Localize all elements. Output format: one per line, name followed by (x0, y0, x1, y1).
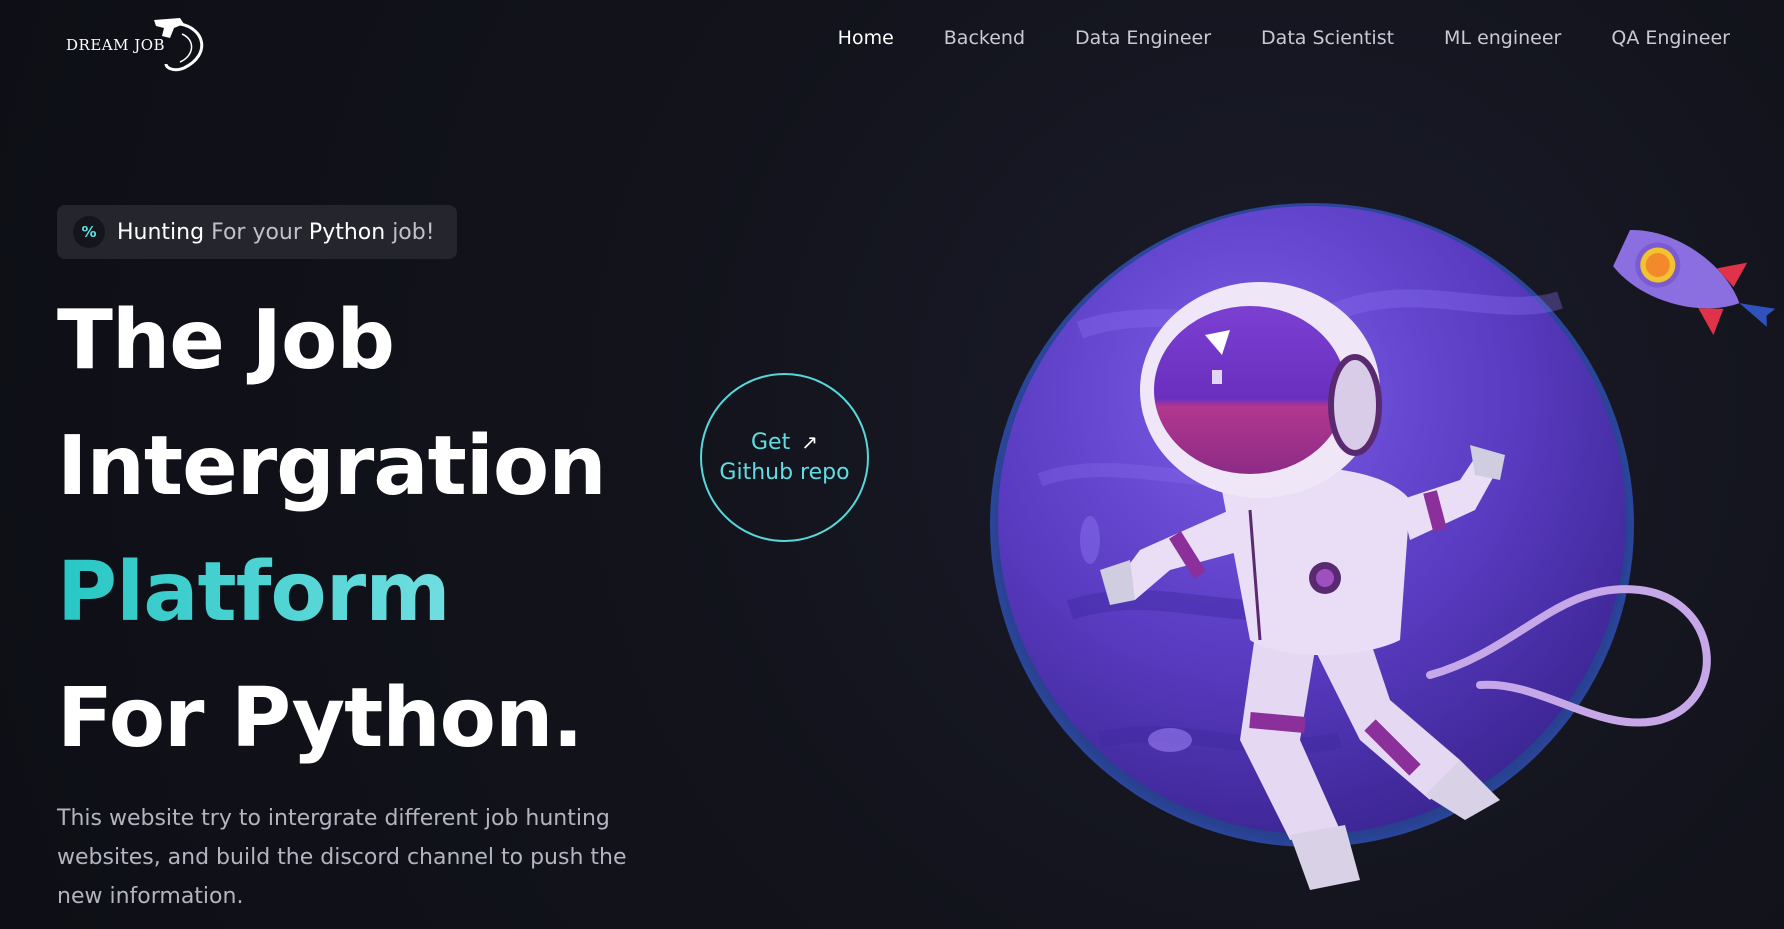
nav-ml-engineer[interactable]: ML engineer (1444, 27, 1561, 49)
cta-label-get: Get (751, 430, 791, 455)
astronaut-illustration (990, 203, 1776, 890)
nav-backend[interactable]: Backend (944, 27, 1025, 49)
nav-qa-engineer[interactable]: QA Engineer (1611, 27, 1730, 49)
percent-icon: % (73, 216, 105, 248)
headline-line-2: Intergration (57, 419, 607, 514)
hero-badge: % Hunting For your Python job! (57, 205, 457, 259)
badge-word-for-your: For your (211, 219, 302, 245)
rocket-graphic (1613, 229, 1776, 336)
cta-label-repo: Github repo (719, 460, 850, 485)
badge-word-python: Python (308, 219, 386, 245)
nav-home[interactable]: Home (838, 27, 894, 49)
nav-data-scientist[interactable]: Data Scientist (1261, 27, 1394, 49)
headline-line-1: The Job (57, 293, 395, 388)
headline-line-4: For Python. (57, 671, 584, 766)
nav-data-engineer[interactable]: Data Engineer (1075, 27, 1211, 49)
landing-page: DREAM JOB Home Backend Data Engineer Dat… (0, 0, 1784, 929)
revolver-icon (154, 18, 204, 72)
hero-description: This website try to intergrate different… (57, 806, 627, 909)
arrow-up-right-icon: ↗ (801, 430, 818, 454)
main-nav: Home Backend Data Engineer Data Scientis… (838, 27, 1730, 49)
headline-line-accent: Platform (57, 530, 606, 656)
github-repo-button[interactable]: Get ↗ Github repo (700, 373, 869, 542)
logo[interactable]: DREAM JOB (62, 14, 212, 72)
badge-word-hunting: Hunting (117, 219, 205, 245)
badge-word-job: job! (392, 219, 435, 245)
page-title: The Job Intergration Platform For Python… (57, 278, 607, 782)
